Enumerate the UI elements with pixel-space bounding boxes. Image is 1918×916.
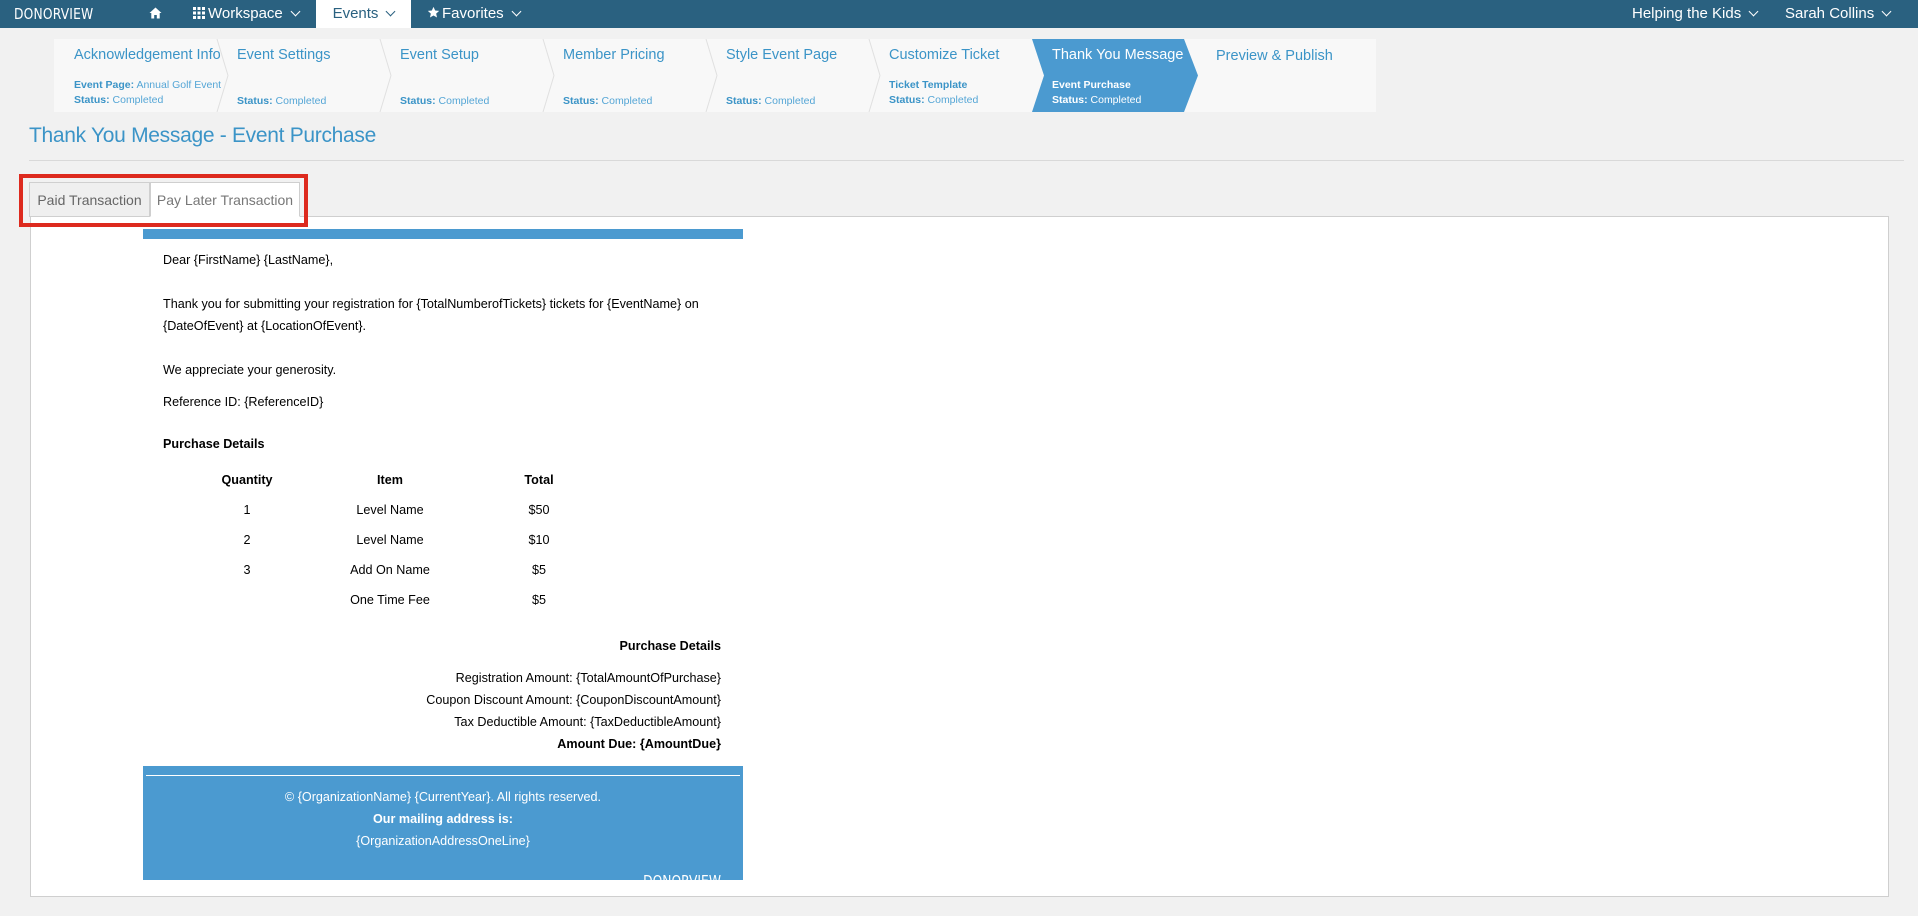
workspace-menu[interactable]: Workspace: [193, 0, 301, 28]
chevron-down-icon: [1748, 6, 1759, 17]
summary-heading: Purchase Details: [619, 639, 721, 653]
divider: [29, 160, 1904, 161]
step-style-event-page[interactable]: Style Event Page Status: Completed: [706, 39, 881, 112]
step-status: Status: Completed: [74, 94, 164, 106]
tax-deductible-amount: Tax Deductible Amount: {TaxDeductibleAmo…: [454, 715, 721, 729]
step-title: Member Pricing: [563, 47, 665, 63]
step-title: Customize Ticket: [889, 47, 1000, 63]
step-event-setup[interactable]: Event Setup Status: Completed: [380, 39, 555, 112]
organization-label: Helping the Kids: [1632, 5, 1742, 22]
step-event-purchase: Event Purchase: [1052, 79, 1131, 91]
table-header-quantity: Quantity: [221, 473, 273, 487]
email-footer: © {OrganizationName} {CurrentYear}. All …: [143, 766, 743, 880]
step-event-settings[interactable]: Event Settings Status: Completed: [217, 39, 392, 112]
grid-icon: [193, 7, 205, 19]
step-title: Style Event Page: [726, 47, 838, 63]
amount-due: Amount Due: {AmountDue}: [557, 737, 721, 751]
step-status: Status: Completed: [237, 95, 327, 107]
footer-copyright: © {OrganizationName} {CurrentYear}. All …: [284, 790, 602, 804]
coupon-discount-amount: Coupon Discount Amount: {CouponDiscountA…: [426, 693, 721, 707]
step-title: Acknowledgement Info: [74, 47, 221, 63]
user-menu[interactable]: Sarah Collins: [1785, 0, 1892, 28]
top-navbar: DONORVIEW Workspace Events Favorites Hel…: [0, 0, 1918, 28]
table-cell-item: One Time Fee: [350, 593, 430, 607]
chevron-down-icon: [385, 6, 396, 17]
step-title: Event Settings: [237, 47, 331, 63]
footer-mailing-label: Our mailing address is:: [373, 812, 513, 826]
table-cell-total: $10: [528, 533, 550, 547]
table-cell-item: Add On Name: [350, 563, 430, 577]
step-ticket-template: Ticket Template: [889, 79, 968, 91]
table-cell-total: $5: [531, 563, 546, 577]
workspace-label: Workspace: [208, 5, 283, 22]
step-status: Status: Completed: [400, 95, 490, 107]
home-link[interactable]: [149, 0, 162, 28]
footer-address: {OrganizationAddressOneLine}: [356, 834, 530, 848]
home-icon: [149, 7, 162, 19]
chevron-down-icon: [511, 6, 522, 17]
step-title: Thank You Message: [1052, 47, 1184, 63]
table-cell-item: Level Name: [356, 503, 424, 517]
user-name: Sarah Collins: [1785, 5, 1875, 22]
events-label: Events: [332, 5, 379, 22]
purchase-details-heading: Purchase Details: [163, 437, 265, 451]
step-status: Status: Completed: [563, 95, 653, 107]
email-body-line2: {DateOfEvent} at {LocationOfEvent}.: [163, 319, 367, 333]
favorites-menu[interactable]: Favorites: [427, 0, 522, 28]
event-progress-steps: Acknowledgement Info Event Page: Annual …: [54, 39, 1376, 112]
table-cell-total: $50: [528, 503, 550, 517]
step-title: Preview & Publish: [1216, 48, 1333, 64]
step-member-pricing[interactable]: Member Pricing Status: Completed: [543, 39, 718, 112]
step-status: Status: Completed: [726, 95, 816, 107]
table-cell-quantity: 1: [243, 503, 251, 517]
footer-logo: DONORVIEW: [643, 872, 721, 880]
step-title: Event Setup: [400, 47, 479, 63]
email-greeting: Dear {FirstName} {LastName},: [163, 253, 334, 267]
table-header-total: Total: [524, 473, 554, 487]
events-menu[interactable]: Events: [316, 0, 411, 28]
organization-menu[interactable]: Helping the Kids: [1632, 0, 1759, 28]
step-preview-publish[interactable]: Preview & Publish: [1196, 39, 1376, 112]
step-event-page: Event Page: Annual Golf Event: [74, 79, 222, 91]
email-header-bar: [143, 229, 743, 239]
star-icon: [427, 6, 440, 18]
email-reference-id: Reference ID: {ReferenceID}: [163, 395, 324, 409]
brand-logo[interactable]: DONORVIEW: [14, 5, 93, 23]
step-acknowledgement-info[interactable]: Acknowledgement Info Event Page: Annual …: [54, 39, 229, 112]
email-body-line1: Thank you for submitting your registrati…: [163, 297, 699, 311]
favorites-label: Favorites: [442, 5, 504, 22]
email-appreciation: We appreciate your generosity.: [163, 363, 337, 377]
table-cell-quantity: 3: [243, 563, 251, 577]
chevron-down-icon: [290, 6, 301, 17]
step-status: Status: Completed: [1052, 94, 1142, 106]
footer-divider: [146, 775, 740, 776]
table-cell-item: Level Name: [356, 533, 424, 547]
step-thank-you-message[interactable]: Thank You Message Event Purchase Status:…: [1032, 39, 1198, 112]
table-header-item: Item: [377, 473, 403, 487]
step-status: Status: Completed: [889, 94, 979, 106]
email-preview: Dear {FirstName} {LastName}, Thank you f…: [143, 229, 743, 880]
step-customize-ticket[interactable]: Customize Ticket Ticket Template Status:…: [869, 39, 1032, 112]
page-title: Thank You Message - Event Purchase: [29, 124, 377, 147]
tabs-highlight-box: [19, 174, 308, 227]
chevron-down-icon: [1881, 6, 1892, 17]
table-cell-quantity: 2: [243, 533, 251, 547]
registration-amount: Registration Amount: {TotalAmountOfPurch…: [455, 671, 721, 685]
table-cell-total: $5: [531, 593, 546, 607]
